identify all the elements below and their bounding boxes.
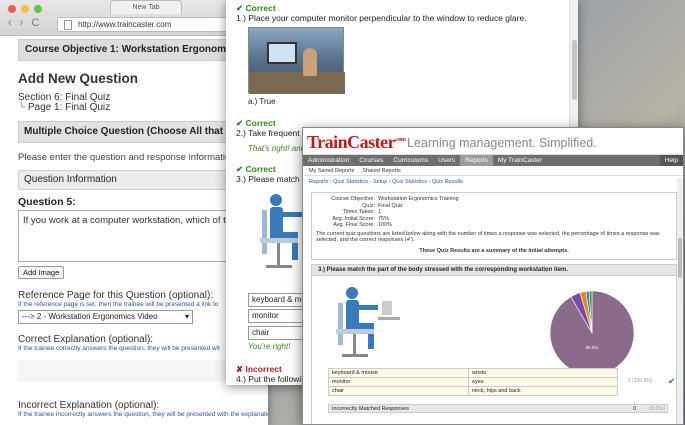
traincaster-logo[interactable]: TrainCaster.com: [307, 132, 406, 153]
forward-icon[interactable]: ›: [20, 17, 24, 29]
nav-courses[interactable]: Courses: [354, 155, 388, 166]
close-window-button[interactable]: [8, 5, 16, 13]
logo-text: TrainCaster: [307, 132, 396, 152]
reload-icon[interactable]: C: [31, 17, 39, 29]
table-row: monitor eyes: [328, 377, 618, 387]
page-label: Page 1:: [27, 102, 63, 113]
browser-tab[interactable]: New Tab: [110, 0, 182, 14]
monitor-glare-photo: [248, 27, 345, 94]
quiz-summary-box: Course Objective: Workstation Ergonomics …: [311, 192, 677, 260]
responses-table: keyboard & mouse wrists monitor eyes cha…: [328, 368, 618, 396]
subnav-shared-reports[interactable]: Shared Reports: [362, 166, 401, 175]
incorrect-percent: (0.0%): [649, 406, 666, 412]
q2-text: 2.) Take frequent: [236, 128, 300, 138]
response-percent: 1 (100.0%): [628, 378, 653, 384]
window-controls: [8, 5, 42, 13]
question-header: 3.) Please match the part of the body st…: [312, 265, 676, 276]
avg-final-label: Avg. Final Score:: [333, 222, 375, 228]
incorrect-explanation-hint: If the trainee incorrectly answers the q…: [18, 411, 268, 418]
response-match: neck, hips and back: [468, 386, 618, 396]
q3-feedback: You're right!: [248, 342, 291, 351]
results-note: These Quiz Results are a summary of the …: [419, 247, 569, 254]
response-item: keyboard & mouse: [328, 368, 469, 378]
response-item: monitor: [328, 377, 469, 387]
table-row: chair neck, hips and back: [328, 386, 618, 396]
response-match: eyes: [468, 377, 618, 387]
q4-text: 4.) Put the following: [236, 374, 311, 384]
q2-feedback: That's right! and: [248, 144, 306, 153]
incorrect-explanation-label: Incorrect Explanation (optional):: [18, 400, 160, 411]
correct-check-icon: ✔: [668, 376, 676, 386]
scrollbar-thumb[interactable]: [572, 40, 577, 100]
maximize-window-button[interactable]: [34, 5, 42, 13]
subnav-my-saved-reports[interactable]: My Saved Reports: [309, 166, 354, 175]
reference-select[interactable]: ---> 2 - Workstation Ergonomics Video: [18, 310, 193, 324]
q1-text: 1.) Place your computer monitor perpendi…: [236, 13, 527, 23]
tree-branch-icon: └: [18, 102, 26, 113]
back-icon[interactable]: ‹: [8, 17, 12, 29]
nav-administration[interactable]: Administration: [303, 155, 354, 166]
avg-final-value: 100%: [378, 222, 393, 228]
nav-curriculums[interactable]: Curriculums: [388, 155, 433, 166]
match-item-1[interactable]: monitor: [248, 309, 308, 323]
summary-note: The current quiz questions are listed be…: [316, 230, 660, 244]
quiz-value: Final Quiz: [378, 202, 403, 209]
match-item-0[interactable]: keyboard & mou: [248, 293, 308, 307]
page-icon: [64, 20, 72, 30]
match-item-2[interactable]: chair: [248, 326, 308, 340]
page-value: Final Quiz: [65, 102, 111, 113]
report-scrollbar-thumb[interactable]: [678, 238, 682, 278]
question-result-panel: 3.) Please match the part of the body st…: [311, 264, 677, 424]
ergonomic-figure-thumbnail: [322, 281, 406, 363]
traincaster-header: TrainCaster.com Learning management. Sim…: [303, 128, 683, 155]
add-image-button[interactable]: Add Image: [18, 266, 65, 279]
nav-help[interactable]: Help: [659, 155, 683, 166]
tagline: Learning management. Simplified.: [407, 136, 597, 150]
incorrectly-matched-row: Incorrectly Matched Responses 0 (0.0%): [328, 404, 668, 413]
main-nav: Administration Courses Curriculums Users…: [303, 155, 683, 166]
sub-nav: My Saved Reports Shared Reports: [303, 166, 683, 176]
incorrect-label: Incorrectly Matched Responses: [332, 406, 410, 412]
incorrect-count: 0: [633, 406, 637, 412]
q1-answer: a.) True: [248, 97, 276, 106]
logo-suffix: .com: [395, 137, 406, 143]
traincaster-report-window: TrainCaster.com Learning management. Sim…: [302, 127, 684, 425]
pie-label: 85.0%: [586, 345, 599, 350]
breadcrumb[interactable]: Reports › Quiz Statistics - Setup › Quiz…: [303, 176, 683, 188]
nav-my-traincaster[interactable]: My TrainCaster: [493, 155, 547, 166]
nav-buttons: ‹ › C: [8, 17, 39, 29]
response-item: chair: [328, 386, 469, 396]
nav-reports[interactable]: Reports: [460, 155, 493, 166]
response-match: wrists: [468, 368, 618, 378]
address-text: http://www.traincaster.com: [78, 20, 172, 29]
report-scrollbar[interactable]: [677, 178, 683, 424]
table-row: keyboard & mouse wrists: [328, 368, 618, 378]
minimize-window-button[interactable]: [21, 5, 29, 13]
nav-users[interactable]: Users: [433, 155, 460, 166]
